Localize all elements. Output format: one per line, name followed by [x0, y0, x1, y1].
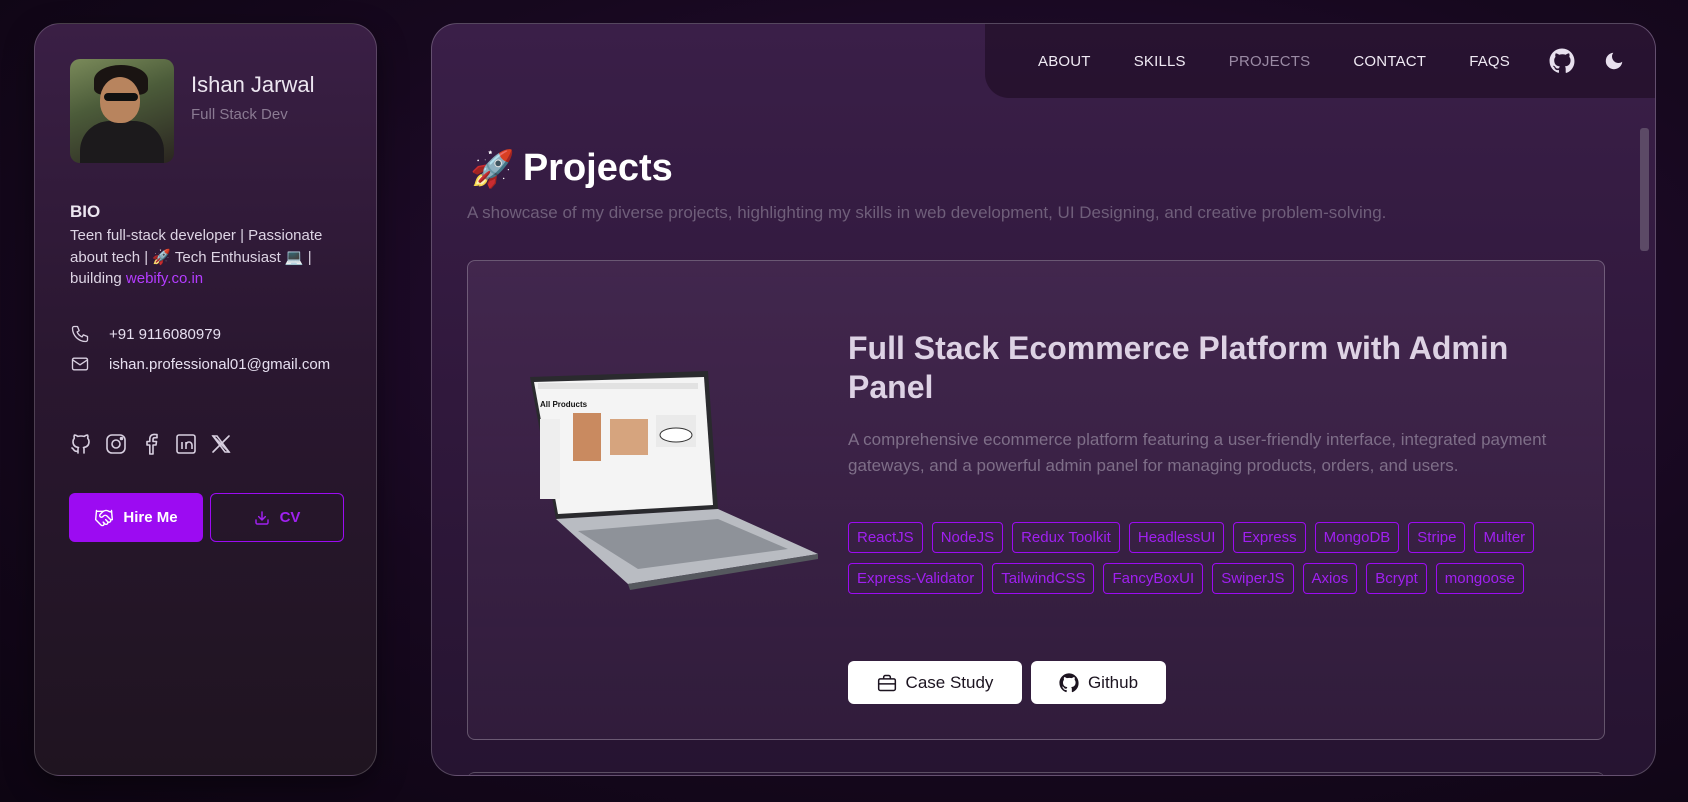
- mail-icon: [71, 357, 89, 371]
- tag-tailwindcss: TailwindCSS: [992, 563, 1095, 594]
- nav-about[interactable]: ABOUT: [1038, 53, 1091, 70]
- github-icon[interactable]: [69, 432, 93, 456]
- download-icon: [254, 510, 269, 525]
- social-links: [69, 432, 233, 456]
- project-card: All Products Full Stack Ecommerce Platfo…: [467, 260, 1605, 740]
- tag-bcrypt: Bcrypt: [1366, 563, 1427, 594]
- briefcase-icon: [877, 674, 896, 691]
- avatar: [70, 59, 174, 163]
- cv-label: CV: [279, 509, 301, 526]
- tag-fancyboxui: FancyBoxUI: [1103, 563, 1204, 594]
- linkedin-icon[interactable]: [174, 432, 198, 456]
- project-title: Full Stack Ecommerce Platform with Admin…: [848, 330, 1509, 405]
- tag-reactjs: ReactJS: [848, 522, 923, 553]
- email-address: ishan.professional01@gmail.com: [109, 355, 331, 373]
- tag-headlessui: HeadlessUI: [1128, 522, 1225, 553]
- phone-icon: [71, 325, 89, 343]
- cv-download-button[interactable]: CV: [210, 493, 344, 542]
- hire-me-button[interactable]: Hire Me: [69, 493, 203, 542]
- phone-number: +91 9116080979: [109, 325, 221, 343]
- bio-title: BIO: [70, 202, 101, 221]
- project-description: A comprehensive ecommerce platform featu…: [848, 430, 1547, 475]
- scrollbar-thumb[interactable]: [1640, 128, 1649, 251]
- tag-express-validator: Express-Validator: [848, 563, 984, 594]
- case-study-label: Case Study: [905, 672, 994, 692]
- next-project-card: [467, 772, 1605, 775]
- profile-role: Full Stack Dev: [191, 106, 288, 123]
- rocket-icon: 🚀: [470, 147, 515, 189]
- tag-stripe: Stripe: [1408, 522, 1466, 553]
- nav-projects[interactable]: PROJECTS: [1229, 53, 1311, 70]
- page-subtitle: A showcase of my diverse projects, highl…: [467, 203, 1387, 222]
- profile-name: Ishan Jarwal: [191, 72, 315, 97]
- github-button[interactable]: Github: [1031, 661, 1166, 704]
- instagram-icon[interactable]: [104, 432, 128, 456]
- profile-sidebar: Ishan Jarwal Full Stack Dev BIO Teen ful…: [34, 23, 377, 776]
- email-row[interactable]: ishan.professional01@gmail.com: [70, 354, 330, 374]
- phone-row[interactable]: +91 9116080979: [70, 324, 221, 344]
- tag-multer: Multer: [1474, 522, 1535, 553]
- tag-swiperjs: SwiperJS: [1212, 563, 1294, 594]
- hire-me-label: Hire Me: [123, 509, 178, 526]
- facebook-icon[interactable]: [139, 432, 163, 456]
- nav-skills[interactable]: SKILLS: [1134, 53, 1186, 70]
- webify-link[interactable]: webify.co.in: [126, 270, 203, 287]
- dark-mode-moon-icon[interactable]: [1601, 48, 1627, 74]
- handshake-icon: [95, 509, 114, 526]
- case-study-button[interactable]: Case Study: [848, 661, 1022, 704]
- github-icon: [1059, 672, 1079, 692]
- nav-faqs[interactable]: FAQS: [1469, 53, 1510, 70]
- github-icon[interactable]: [1549, 48, 1575, 74]
- laptop-preview-image: All Products: [530, 371, 818, 590]
- x-icon[interactable]: [209, 432, 233, 456]
- page-title-text: Projects: [522, 147, 673, 189]
- tag-nodejs: NodeJS: [931, 522, 1004, 553]
- tag-axios: Axios: [1302, 563, 1358, 594]
- github-label: Github: [1087, 672, 1139, 692]
- tech-tags: ReactJS NodeJS Redux Toolkit HeadlessUI …: [848, 522, 1568, 594]
- page-title: 🚀 Projects: [470, 147, 673, 190]
- tag-mongoose: mongoose: [1435, 563, 1524, 594]
- screen-title: All Products: [540, 400, 588, 409]
- nav-contact[interactable]: CONTACT: [1353, 53, 1426, 70]
- main-panel: ABOUT SKILLS PROJECTS CONTACT FAQS 🚀 Pro…: [431, 23, 1656, 776]
- top-nav: ABOUT SKILLS PROJECTS CONTACT FAQS: [985, 24, 1655, 98]
- tag-express: Express: [1233, 522, 1306, 553]
- tag-mongodb: MongoDB: [1314, 522, 1400, 553]
- tag-redux-toolkit: Redux Toolkit: [1012, 522, 1120, 553]
- bio-text: Teen full-stack developer | Passionate a…: [70, 225, 340, 290]
